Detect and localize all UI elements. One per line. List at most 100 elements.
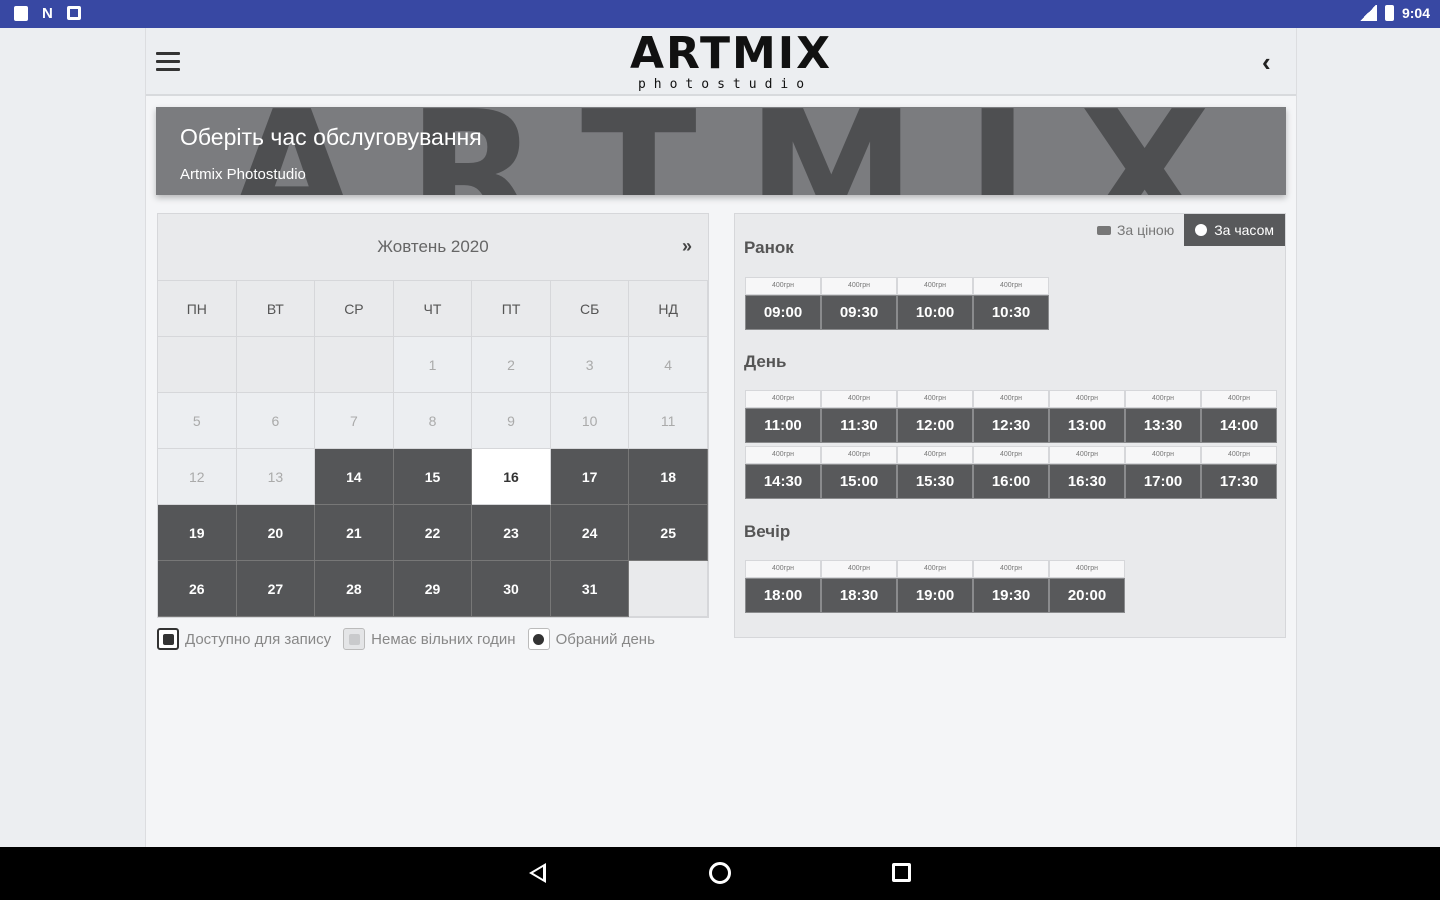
calendar-empty-cell [158, 337, 237, 393]
calendar-day: 7 [315, 393, 394, 449]
slot-price: 400грн [821, 560, 897, 578]
calendar-day: 11 [629, 393, 708, 449]
time-slot[interactable]: 400грн 12:30 [973, 390, 1049, 446]
time-slot[interactable]: 400грн 18:30 [821, 560, 897, 616]
hamburger-icon[interactable] [156, 52, 180, 72]
slot-time: 18:30 [821, 578, 897, 613]
time-slot[interactable]: 400грн 19:00 [897, 560, 973, 616]
calendar-day[interactable]: 30 [472, 561, 551, 617]
calendar-day: 3 [550, 337, 630, 393]
slot-price: 400грн [1049, 390, 1125, 408]
weekday-header: ЧТ [393, 281, 473, 337]
time-slot[interactable]: 400грн 17:30 [1201, 446, 1277, 502]
calendar-month: Жовтень 2020 [377, 237, 489, 256]
slot-time: 11:00 [745, 408, 821, 443]
status-time: 9:04 [1401, 5, 1430, 21]
time-slot[interactable]: 400грн 14:30 [745, 446, 821, 502]
slots-day: 400грн 11:00 400грн 11:30 400грн 12:00 400грн 1… [745, 390, 1277, 502]
calendar-day: 8 [393, 393, 473, 449]
time-slot[interactable]: 400грн 16:30 [1049, 446, 1125, 502]
time-slot[interactable]: 400грн 14:00 [1201, 390, 1277, 446]
calendar-day[interactable]: 24 [550, 505, 630, 561]
legend-no-hours: Немає вільних годин [343, 628, 516, 650]
calendar-day: 5 [158, 393, 237, 449]
slot-time: 12:00 [897, 408, 973, 443]
battery-icon [1384, 5, 1394, 21]
selected-swatch [527, 628, 550, 650]
slot-time: 16:00 [973, 464, 1049, 499]
calendar-day[interactable]: 22 [393, 505, 473, 561]
time-slot[interactable]: 400грн 13:30 [1125, 390, 1201, 446]
calendar-day[interactable]: 25 [629, 505, 708, 561]
time-slot[interactable]: 400грн 18:00 [745, 560, 821, 616]
time-slot[interactable]: 400грн 17:00 [1125, 446, 1201, 502]
sort-by-price-label: За ціною [1116, 222, 1175, 238]
slot-time: 14:00 [1201, 408, 1277, 443]
time-slot[interactable]: 400грн 20:00 [1049, 560, 1125, 616]
slot-time: 19:00 [897, 578, 973, 613]
legend-available: Доступно для запису [157, 628, 331, 650]
calendar-day[interactable]: 21 [315, 505, 394, 561]
calendar-day-selected[interactable]: 16 [472, 449, 551, 505]
calendar-day[interactable]: 29 [393, 561, 473, 617]
time-slot[interactable]: 400грн 15:00 [821, 446, 897, 502]
time-slot[interactable]: 400грн 12:00 [897, 390, 973, 446]
nav-back-icon[interactable] [529, 863, 546, 883]
right-margin [1297, 28, 1440, 847]
calendar-day[interactable]: 19 [158, 505, 237, 561]
banner-watermark: ARTMIX [226, 107, 1260, 195]
banner: ARTMIX Оберіть час обслуговування Artmix… [156, 107, 1286, 195]
slot-price: 400грн [973, 390, 1049, 408]
slot-price: 400грн [973, 446, 1049, 464]
slot-price: 400грн [1049, 446, 1125, 464]
slot-time: 09:30 [821, 295, 897, 330]
time-slot[interactable]: 400грн 19:30 [973, 560, 1049, 616]
next-month-button[interactable]: » [682, 236, 692, 257]
sort-by-price-button[interactable]: За ціною [1087, 222, 1184, 238]
time-slot[interactable]: 400грн 16:00 [973, 446, 1049, 502]
calendar-day[interactable]: 15 [393, 449, 473, 505]
time-slot[interactable]: 400грн 09:30 [821, 277, 897, 333]
calendar-day[interactable]: 26 [158, 561, 237, 617]
calendar-day[interactable]: 20 [236, 505, 316, 561]
slot-time: 16:30 [1049, 464, 1125, 499]
navigation-bar [0, 847, 1440, 900]
time-slot[interactable]: 400грн 13:00 [1049, 390, 1125, 446]
time-slot[interactable]: 400грн 11:30 [821, 390, 897, 446]
calendar-grid: ПН ВТ СР ЧТ ПТ СБ НД 1 2 3 4 5 6 7 8 9 10 11 12 13 14 15 16 17 1… [158, 280, 708, 617]
page-subtitle: Artmix Photostudio [180, 166, 306, 183]
calendar-empty-cell [629, 561, 708, 617]
sort-toggle: За ціною За часом [1087, 214, 1285, 246]
slot-time: 15:00 [821, 464, 897, 499]
slot-time: 14:30 [745, 464, 821, 499]
nav-recents-icon[interactable] [892, 863, 911, 882]
calendar-day[interactable]: 18 [629, 449, 708, 505]
calendar-day: 1 [393, 337, 473, 393]
clock-icon [1195, 224, 1208, 236]
calendar-day[interactable]: 14 [315, 449, 394, 505]
chevron-left-icon[interactable]: ‹ [1262, 48, 1282, 76]
calendar-day: 4 [629, 337, 708, 393]
calendar-day[interactable]: 23 [472, 505, 551, 561]
page-title: Оберіть час обслуговування [180, 124, 482, 150]
slot-price: 400грн [1201, 446, 1277, 464]
nav-home-icon[interactable] [709, 862, 731, 884]
calendar-day[interactable]: 27 [236, 561, 316, 617]
calendar-day[interactable]: 31 [550, 561, 630, 617]
calendar-day[interactable]: 17 [550, 449, 630, 505]
slots-morning: 400грн 09:00 400грн 09:30 400грн 10:00 400грн 1… [745, 277, 1277, 333]
slot-time: 15:30 [897, 464, 973, 499]
logo: ARTMIX photostudio [630, 32, 830, 92]
time-slot[interactable]: 400грн 09:00 [745, 277, 821, 333]
weekday-header: ВТ [236, 281, 316, 337]
time-slot[interactable]: 400грн 11:00 [745, 390, 821, 446]
calendar-day[interactable]: 28 [315, 561, 394, 617]
slot-price: 400грн [1125, 446, 1201, 464]
time-slot[interactable]: 400грн 10:30 [973, 277, 1049, 333]
logo-sub: photostudio [637, 77, 813, 92]
sort-by-time-button[interactable]: За часом [1184, 214, 1285, 246]
time-slot[interactable]: 400грн 15:30 [897, 446, 973, 502]
slot-time: 20:00 [1049, 578, 1125, 613]
time-slot[interactable]: 400грн 10:00 [897, 277, 973, 333]
slot-price: 400грн [821, 390, 897, 408]
